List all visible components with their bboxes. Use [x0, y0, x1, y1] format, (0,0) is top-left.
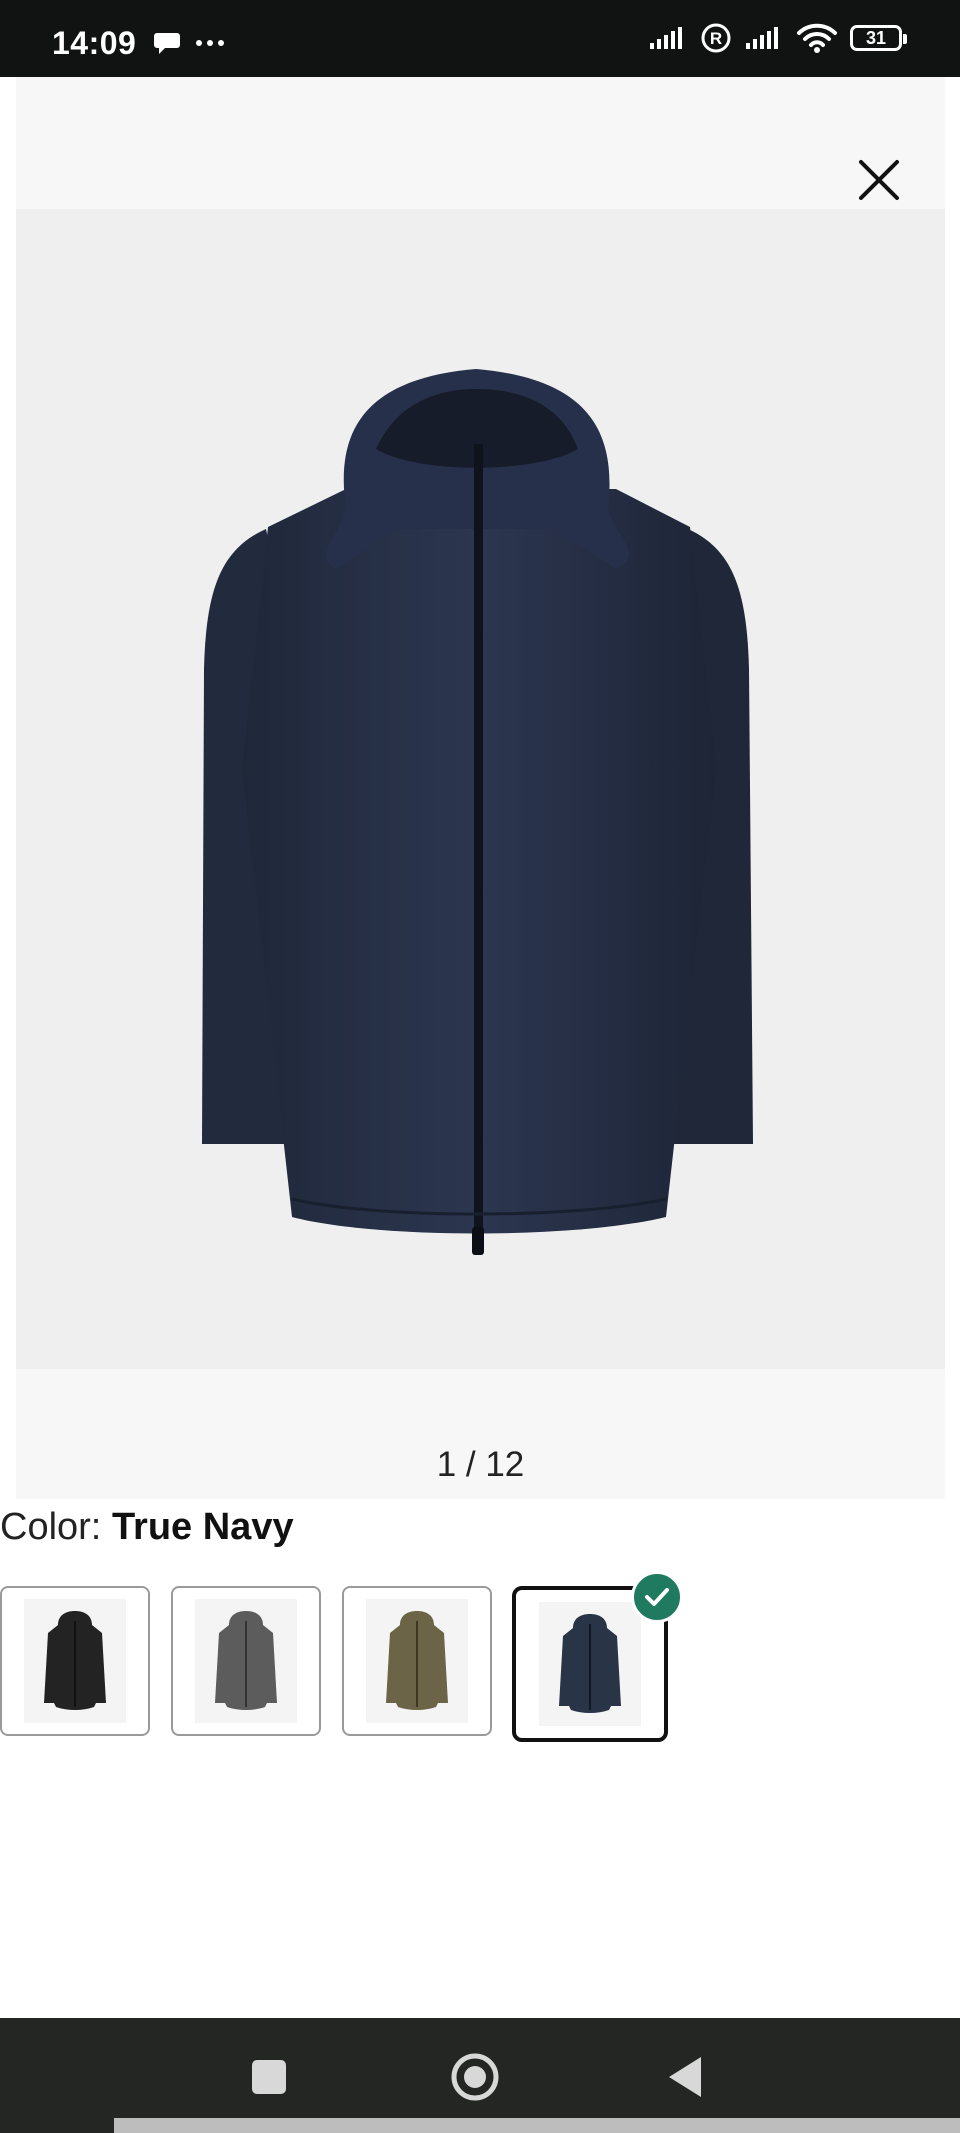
back-button[interactable]: [660, 2052, 710, 2102]
swatch-thumbnail: [539, 1602, 641, 1726]
swatch-thumbnail: [366, 1599, 468, 1723]
jacket-thumbnail-black: [44, 1611, 106, 1710]
signal-icon: [650, 27, 682, 49]
chat-bubble-icon: [154, 33, 180, 54]
gesture-handle: [114, 2118, 960, 2133]
swatch-thumbnail: [24, 1599, 126, 1723]
selected-check-badge: [631, 1571, 683, 1623]
jacket-thumbnail-navy: [559, 1614, 621, 1713]
home-button[interactable]: [450, 2052, 500, 2102]
home-icon: [451, 2053, 499, 2101]
selected-color-name: True Navy: [111, 1506, 294, 1548]
image-counter: 1 / 12: [436, 1445, 525, 1484]
status-system-icons: R 31: [648, 22, 907, 54]
status-notifications: [153, 30, 225, 56]
jacket-illustration: [202, 369, 753, 1255]
status-time: 14:09: [52, 25, 137, 61]
swatch-thumbnail: [195, 1599, 297, 1723]
swatch-grey[interactable]: [171, 1586, 321, 1736]
color-label: Color: True Navy: [0, 1506, 294, 1549]
close-icon: [859, 160, 899, 200]
recent-apps-icon: [252, 2060, 286, 2094]
wifi-icon: [797, 23, 837, 53]
more-dots-icon: [196, 40, 224, 46]
signal-icon: [746, 27, 778, 49]
color-label-prefix: Color:: [0, 1506, 102, 1548]
image-viewer: 1 / 12: [16, 77, 945, 1499]
recent-apps-button[interactable]: [244, 2052, 294, 2102]
jacket-thumbnail-olive: [386, 1611, 448, 1710]
jacket-thumbnail-grey: [215, 1611, 277, 1710]
system-nav-bar: [0, 2018, 960, 2133]
swatch-olive[interactable]: [342, 1586, 492, 1736]
checkmark-icon: [645, 1588, 669, 1606]
back-icon: [669, 2057, 701, 2097]
battery-icon: 31: [850, 25, 907, 51]
status-bar: 14:09 R 31: [0, 0, 960, 77]
roaming-r-icon: R: [701, 23, 731, 53]
swatch-black[interactable]: [0, 1586, 150, 1736]
svg-text:R: R: [710, 29, 722, 48]
product-image[interactable]: [16, 209, 945, 1369]
